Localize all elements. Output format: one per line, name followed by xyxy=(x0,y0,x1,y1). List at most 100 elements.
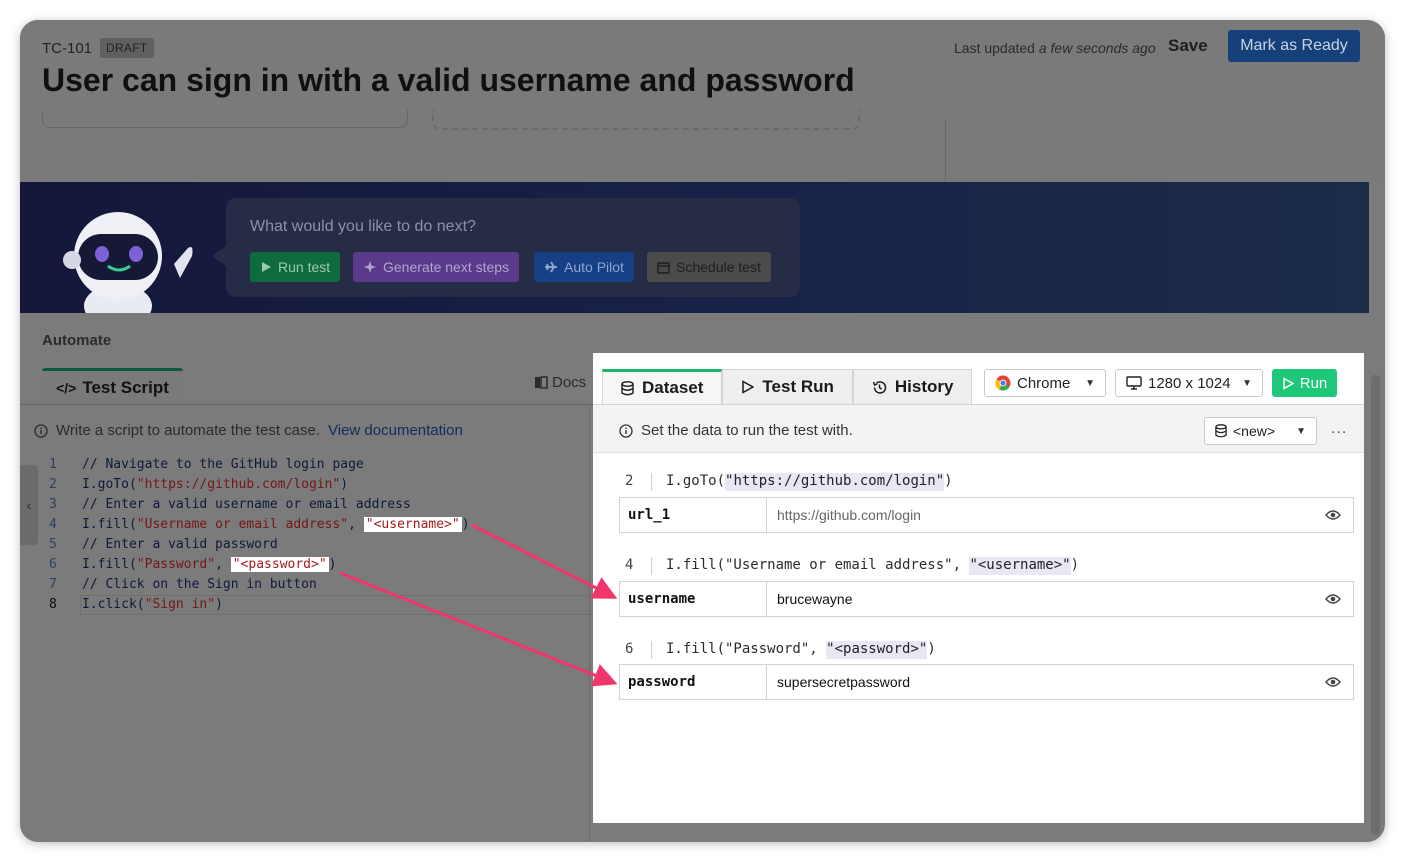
eye-icon[interactable] xyxy=(1313,665,1353,699)
run-test-button[interactable]: Run test xyxy=(250,252,341,282)
attachment-dropzone[interactable] xyxy=(432,110,860,130)
line-code: // Click on the Sign in button xyxy=(82,577,317,592)
chrome-icon xyxy=(995,375,1011,391)
source-line-number: 6 xyxy=(625,641,634,657)
chevron-down-icon: ▼ xyxy=(1242,377,1252,389)
calendar-icon xyxy=(657,261,670,274)
variable-name[interactable]: url_1 xyxy=(620,498,767,532)
source-line-code: I.fill("Username or email address", xyxy=(666,557,970,573)
code-string: "Password" xyxy=(136,557,216,572)
variable-value-input[interactable]: https://github.com/login xyxy=(767,498,1313,532)
more-options-icon[interactable]: ... xyxy=(1331,420,1347,438)
schedule-test-button[interactable]: Schedule test xyxy=(647,252,771,282)
generate-next-steps-button[interactable]: Generate next steps xyxy=(353,252,520,282)
run-button[interactable]: Run xyxy=(1272,369,1337,397)
play-icon xyxy=(262,262,271,272)
auto-pilot-label: Auto Pilot xyxy=(564,259,624,275)
code-line: 4 I.fill("Username or email address", "<u… xyxy=(44,515,470,535)
dataset-row: url_1 https://github.com/login xyxy=(619,497,1354,533)
source-line-number: 2 xyxy=(625,473,634,489)
generate-next-steps-label: Generate next steps xyxy=(383,259,510,275)
tab-test-script-label: Test Script xyxy=(82,377,169,397)
code-line: 2 I.goTo("https://github.com/login") xyxy=(44,475,470,495)
mark-as-ready-button[interactable]: Mark as Ready xyxy=(1228,30,1360,62)
prompt-text: What would you like to do next? xyxy=(250,218,476,235)
assistant-banner: What would you like to do next? Run test… xyxy=(20,182,1369,313)
dataset-panel: Dataset Test Run History Chrome ▼ 1280 x… xyxy=(593,353,1364,823)
plane-icon xyxy=(545,261,557,273)
test-case-id: TC-101 xyxy=(42,40,93,57)
script-hint-text: Write a script to automate the test case… xyxy=(56,422,321,439)
line-code: I.fill("Username or email address", "<us… xyxy=(82,517,470,532)
info-icon xyxy=(34,423,48,438)
variable-value-input[interactable]: supersecretpassword xyxy=(767,665,1313,699)
view-documentation-link[interactable]: View documentation xyxy=(328,422,463,439)
variable-name[interactable]: password xyxy=(620,665,767,699)
panel-splitter[interactable] xyxy=(589,404,590,842)
password-variable: "<password>" xyxy=(230,557,329,572)
line-number: 1 xyxy=(49,457,57,472)
automate-section-title: Automate xyxy=(42,332,112,349)
tab-dataset[interactable]: Dataset xyxy=(602,369,723,404)
line-code: I.click("Sign in") xyxy=(82,597,223,612)
scrollbar[interactable] xyxy=(1371,375,1380,835)
source-variable: "<username>" xyxy=(969,557,1071,575)
line-code: // Enter a valid password xyxy=(82,537,278,552)
eye-icon[interactable] xyxy=(1313,498,1353,532)
code-line: 8 I.click("Sign in") xyxy=(44,595,470,615)
line-separator xyxy=(651,557,652,575)
details-divider xyxy=(945,120,946,182)
source-line-code: I.goTo( xyxy=(666,473,726,489)
last-updated: Last updated a few seconds ago xyxy=(954,40,1156,56)
tab-test-run[interactable]: Test Run xyxy=(722,369,853,404)
docs-label: Docs xyxy=(552,374,587,391)
dataset-select[interactable]: <new> ▼ xyxy=(1204,417,1317,445)
collapse-panel-button[interactable]: ‹ xyxy=(20,465,38,545)
status-badge: DRAFT xyxy=(100,38,154,58)
line-separator xyxy=(651,473,652,491)
line-code: I.goTo("https://github.com/login") xyxy=(82,477,349,492)
browser-select[interactable]: Chrome ▼ xyxy=(984,369,1106,397)
last-updated-label: Last updated xyxy=(954,40,1035,56)
code-line: 6 I.fill("Password", "<password>") xyxy=(44,555,470,575)
line-number: 5 xyxy=(49,537,57,552)
line-code: I.fill("Password", "<password>") xyxy=(82,557,337,572)
code-string: "https://github.com/login" xyxy=(136,477,341,492)
tab-dataset-label: Dataset xyxy=(642,378,704,397)
save-button[interactable]: Save xyxy=(1168,36,1208,56)
line-number: 2 xyxy=(49,477,57,492)
sparkle-icon xyxy=(364,261,376,273)
tab-history[interactable]: History xyxy=(852,369,973,404)
browser-value: Chrome xyxy=(1017,374,1071,392)
code-editor[interactable]: 1 // Navigate to the GitHub login page 2 I… xyxy=(44,455,470,615)
details-field[interactable] xyxy=(42,110,408,128)
tab-test-script[interactable]: </> Test Script xyxy=(42,368,183,404)
dataset-source-line: 4 I.fill("Username or email address", "<u… xyxy=(625,557,1079,575)
next-step-prompt: What would you like to do next? Run test… xyxy=(212,198,800,297)
source-variable: "<password>" xyxy=(826,641,928,659)
line-number: 7 xyxy=(49,577,57,592)
dataset-row: username brucewayne xyxy=(619,581,1354,617)
eye-icon[interactable] xyxy=(1313,582,1353,616)
info-icon xyxy=(619,423,633,438)
source-line-close: ) xyxy=(927,641,936,657)
page-title[interactable]: User can sign in with a valid username a… xyxy=(42,62,855,99)
dataset-hint: Set the data to run the test with. xyxy=(619,422,853,439)
line-separator xyxy=(651,641,652,659)
source-line-close: ) xyxy=(944,473,953,489)
chevron-down-icon: ▼ xyxy=(1296,425,1306,437)
schedule-test-label: Schedule test xyxy=(676,259,761,275)
line-number: 6 xyxy=(49,557,57,572)
variable-value-input[interactable]: brucewayne xyxy=(767,582,1313,616)
variable-name[interactable]: username xyxy=(620,582,767,616)
resolution-select[interactable]: 1280 x 1024 ▼ xyxy=(1115,369,1263,397)
auto-pilot-button[interactable]: Auto Pilot xyxy=(534,252,634,282)
code-line: 1 // Navigate to the GitHub login page xyxy=(44,455,470,475)
code-line: 5 // Enter a valid password xyxy=(44,535,470,555)
code-string: "Sign in" xyxy=(144,597,216,612)
docs-link[interactable]: Docs xyxy=(534,374,586,391)
database-icon xyxy=(1215,424,1227,438)
panel-tabs: Dataset Test Run History xyxy=(602,369,973,404)
robot-mascot-icon xyxy=(63,212,193,313)
play-outline-icon xyxy=(742,380,755,394)
